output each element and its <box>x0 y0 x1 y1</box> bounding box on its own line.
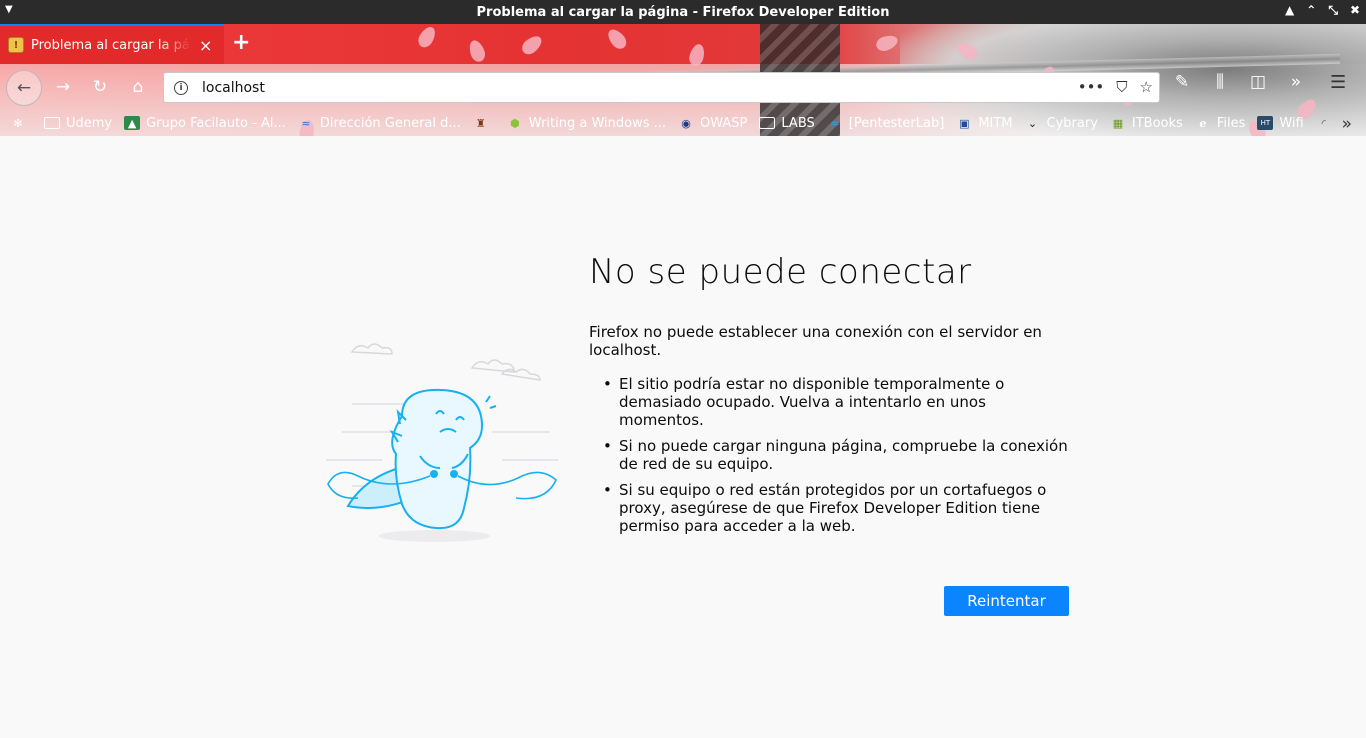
facilauto-icon: ▲ <box>124 116 141 130</box>
suggestion-item: El sitio podría estar no disponible temp… <box>603 375 1069 429</box>
bookmark-label: Cybrary <box>1046 115 1098 131</box>
bookmark-label: Udemy <box>66 115 113 131</box>
nav-toolbar: ← → ↻ ⌂ i localhost ••• ⛉ ☆ ✎ ⫼ ◫ » ☰ <box>0 64 1366 110</box>
url-bar[interactable]: i localhost ••• ⛉ ☆ <box>163 72 1160 103</box>
window-minimize-icon[interactable]: ⌃ <box>1306 3 1316 18</box>
bookmark-star-icon[interactable]: ☆ <box>1140 78 1153 96</box>
warning-favicon-icon: ! <box>8 37 24 53</box>
window-menu-icon[interactable]: ▼ <box>5 4 13 15</box>
folder-icon <box>44 116 60 130</box>
bookmark-item[interactable]: ℯ Files <box>1195 115 1246 131</box>
window-maximize-icon[interactable]: ⤡ <box>1328 3 1338 18</box>
unplugged-dinosaur-illustration <box>326 343 558 542</box>
bookmarks-toolbar: ✻ Udemy ▲ Grupo Facilauto - Al... ≈ Dire… <box>0 110 1366 136</box>
toolbar-overflow-icon[interactable]: » <box>1284 72 1308 92</box>
books-icon: ▦ <box>1112 116 1124 130</box>
bookmark-item[interactable]: ◜ <box>1316 116 1338 130</box>
files-icon: ℯ <box>1199 116 1207 130</box>
bookmark-label: Wifi <box>1279 115 1304 131</box>
window-controls: ▲ ⌃ ⤡ ✖ <box>1285 3 1360 18</box>
window-title: Problema al cargar la página - Firefox D… <box>476 4 890 20</box>
bookmark-item[interactable]: ≈ [PentesterLab] <box>827 115 945 131</box>
tab-title: Problema al cargar la página <box>31 37 191 53</box>
tab-close-icon[interactable]: × <box>199 36 212 55</box>
home-button[interactable]: ⌂ <box>123 72 153 102</box>
url-text[interactable]: localhost <box>202 80 265 96</box>
error-title: No se puede conectar <box>589 252 972 292</box>
bookmark-item[interactable]: ▲ Grupo Facilauto - Al... <box>124 116 286 131</box>
library-icon[interactable]: ⫼ <box>1208 72 1232 92</box>
suggestion-item: Si no puede cargar ninguna página, compr… <box>603 437 1069 473</box>
folder-icon <box>759 116 776 130</box>
bookmark-label: MITM <box>978 115 1013 131</box>
theme-petal <box>466 38 488 64</box>
bookmark-item[interactable]: ≈ Dirección General d... <box>298 116 461 131</box>
hex-icon: ⬢ <box>509 116 520 130</box>
bookmark-item[interactable]: LABS <box>759 115 815 131</box>
dgt-icon: ≈ <box>301 116 311 130</box>
sidebar-icon[interactable]: ◫ <box>1246 72 1270 92</box>
loading-icon: ◜ <box>1321 116 1326 130</box>
site-info-icon[interactable]: i <box>174 80 188 95</box>
reload-button[interactable]: ↻ <box>85 72 115 102</box>
bookmark-item[interactable]: ◉ OWASP <box>678 116 747 131</box>
hamburger-menu-icon[interactable]: ☰ <box>1330 72 1346 93</box>
bookmark-label: Dirección General d... <box>319 115 461 131</box>
theme-petal <box>519 32 545 58</box>
retry-button[interactable]: Reintentar <box>944 586 1069 616</box>
suggestion-item: Si su equipo o red están protegidos por … <box>603 481 1069 535</box>
tab-active[interactable]: ! Problema al cargar la página × <box>0 24 224 64</box>
bookmark-item[interactable]: ♜ <box>473 116 495 130</box>
bookmark-label: Grupo Facilauto - Al... <box>146 115 286 131</box>
window-shade-icon[interactable]: ▲ <box>1285 3 1294 18</box>
window-titlebar: ▼ Problema al cargar la página - Firefox… <box>0 0 1366 24</box>
error-suggestions: El sitio podría estar no disponible temp… <box>589 375 1069 535</box>
cybrary-icon: ⌄ <box>1027 116 1038 130</box>
mitm-icon: ▣ <box>959 116 970 130</box>
bookmark-item[interactable]: ▣ MITM <box>956 116 1012 131</box>
browser-header: ! Problema al cargar la página × + ← → ↻… <box>0 24 1366 136</box>
bookmark-item[interactable]: ⬢ Writing a Windows ... <box>507 116 666 131</box>
bug-icon: ✻ <box>13 116 23 130</box>
toolbar-right: ✎ ⫼ ◫ » <box>1170 72 1308 92</box>
ht-icon: HT <box>1257 116 1274 130</box>
devtools-icon[interactable]: ✎ <box>1170 72 1194 92</box>
crest-icon: ♜ <box>475 116 486 130</box>
window-close-icon[interactable]: ✖ <box>1350 3 1360 18</box>
bookmark-item[interactable]: Udemy <box>44 116 112 131</box>
bookmark-label: OWASP <box>700 115 748 131</box>
bookmark-label: Files <box>1216 115 1246 131</box>
bookmark-item[interactable]: ⌄ Cybrary <box>1025 116 1098 131</box>
bookmarks-overflow-icon[interactable]: » <box>1342 114 1352 134</box>
bookmark-item[interactable]: ✻ <box>10 116 32 130</box>
bookmark-item[interactable]: HT Wifi <box>1257 115 1304 131</box>
bookmark-item[interactable]: ▦ ITBooks <box>1110 116 1183 131</box>
owasp-icon: ◉ <box>681 116 691 130</box>
back-button[interactable]: ← <box>6 70 42 106</box>
bookmark-label: ITBooks <box>1131 115 1183 131</box>
new-tab-button[interactable]: + <box>232 30 250 55</box>
theme-petal <box>415 24 439 51</box>
page-actions-icon[interactable]: ••• <box>1078 78 1105 96</box>
pentesterlab-icon: ≈ <box>830 116 840 130</box>
theme-petal <box>604 26 630 52</box>
pocket-icon[interactable]: ⛉ <box>1116 78 1127 96</box>
error-page: No se puede conectar Firefox no puede es… <box>0 136 1366 738</box>
bookmark-label: Writing a Windows ... <box>528 115 667 131</box>
error-lead: Firefox no puede establecer una conexión… <box>589 322 1042 359</box>
forward-button[interactable]: → <box>48 72 78 102</box>
bookmark-label: LABS <box>781 115 815 131</box>
bookmark-label: [PentesterLab] <box>848 115 945 131</box>
error-content: No se puede conectar Firefox no puede es… <box>589 252 1069 543</box>
url-actions: ••• ⛉ ☆ <box>1078 78 1153 96</box>
theme-petal <box>874 32 900 54</box>
